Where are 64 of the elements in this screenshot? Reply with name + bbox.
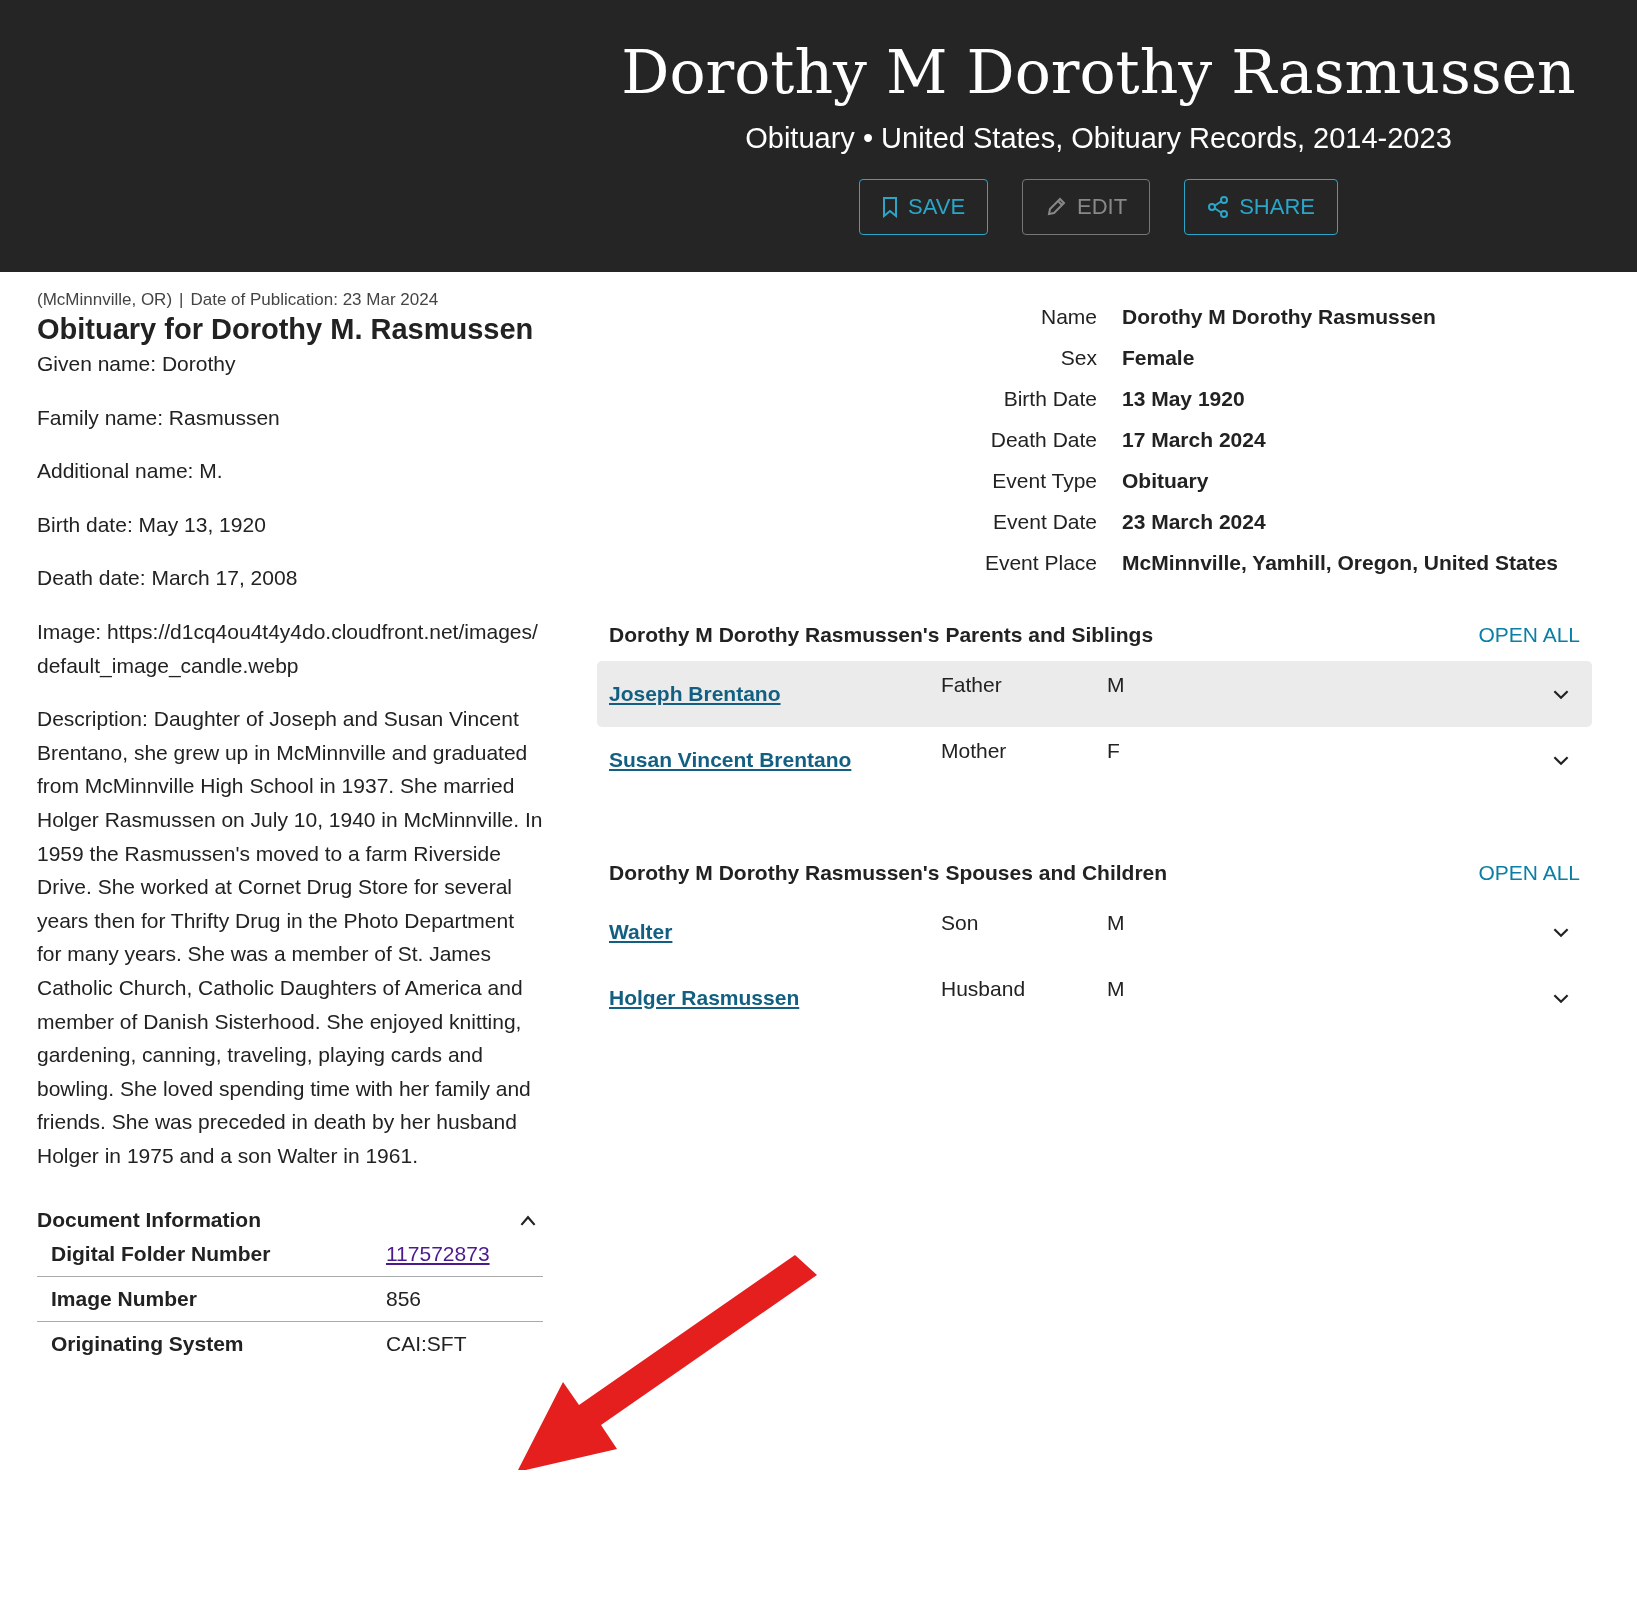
fact-value: Female <box>1122 345 1196 371</box>
relationship: Son <box>941 911 980 935</box>
chevron-icon[interactable] <box>519 1214 537 1226</box>
person-link[interactable]: Walter <box>609 920 673 943</box>
obituary-text: Death date: March 17, 2008 <box>37 565 299 592</box>
folder-link[interactable]: 117572873 <box>386 1242 490 1266</box>
publication-date: Date of Publication: 23 Mar 2024 <box>190 290 439 310</box>
publication-location: (McMinnville, OR) <box>37 290 173 310</box>
obituary-text: Additional name: M. <box>37 458 224 485</box>
relationship: Husband <box>941 977 1027 1001</box>
section-heading: Dorothy M Dorothy Rasmussen's Parents and Siblings <box>609 623 1154 647</box>
relative-row[interactable]: Joseph Brentano Father M <box>597 661 1592 727</box>
person-link[interactable]: Joseph Brentano <box>609 682 781 705</box>
person-link[interactable]: Holger Rasmussen <box>609 986 800 1009</box>
sex: F <box>1107 739 1121 763</box>
fact-label: Birth Date <box>1002 386 1097 412</box>
fact-label: Event Date <box>992 509 1097 535</box>
share-button[interactable]: SHARE <box>1184 179 1338 235</box>
person-link[interactable]: Susan Vincent Brentano <box>609 748 852 771</box>
field-value: CAI:SFT <box>386 1332 467 1356</box>
sex: M <box>1107 911 1126 935</box>
fact-value: 17 March 2024 <box>1122 427 1267 453</box>
record-subtitle: Obituary • United States, Obituary Records, 2014-2023 <box>745 122 1452 155</box>
obituary-text: Image: https://d1cq4ou4t4y4do.cloudfront.net/images/default_image_candle.webp <box>37 618 539 680</box>
obituary-text: Family name: Rasmussen <box>37 404 281 431</box>
relative-row[interactable]: Susan Vincent Brentano Mother F <box>597 727 1592 793</box>
fact-label: Sex <box>1059 345 1097 371</box>
chevron-icon[interactable] <box>1552 688 1570 700</box>
fact-value: Obituary <box>1122 468 1210 494</box>
separator: | <box>179 290 184 310</box>
chevron-icon[interactable] <box>1552 992 1570 1004</box>
fact-value: McMinnville, Yamhill, Oregon, United States <box>1122 550 1560 576</box>
open-all-link[interactable]: OPEN ALL <box>1478 861 1580 885</box>
section-heading: Dorothy M Dorothy Rasmussen's Spouses and Children <box>609 861 1168 885</box>
field-value: 856 <box>386 1287 422 1311</box>
relationship: Mother <box>941 739 1008 763</box>
fact-label: Name <box>1039 304 1097 330</box>
fact-label: Event Place <box>983 550 1097 576</box>
section-heading: Document Information <box>37 1208 261 1233</box>
fact-value: 23 March 2024 <box>1122 509 1267 535</box>
record-title: Dorothy M Dorothy Rasmussen <box>621 36 1576 109</box>
relationship: Father <box>941 673 1003 697</box>
relative-row[interactable]: Walter Son M <box>597 899 1592 965</box>
fact-value: 13 May 1920 <box>1122 386 1246 412</box>
field-label: Image Number <box>51 1287 198 1312</box>
field-label: Digital Folder Number <box>51 1242 272 1267</box>
sex: M <box>1107 977 1126 1001</box>
obituary-text: Given name: Dorothy <box>37 351 237 377</box>
field-label: Originating System <box>51 1332 245 1357</box>
fact-value: Dorothy M Dorothy Rasmussen <box>1122 304 1437 330</box>
relative-row[interactable]: Holger Rasmussen Husband M <box>597 965 1592 1031</box>
obituary-text: Description: Daughter of Joseph and Susan Vincent Brentano, she grew up in McMinnville and graduated from McMinnville High School in 1937. She married Holger Rasmussen on July 10, 1940 in McMinnville. In 1959 the Rasmussen's moved to a farm Riverside Drive. She worked at Cornet Drug Store for several years then for Thrifty Drug in the Photo Department for many years. She was a member of St. James Catholic Church, Catholic Daughters of America and member of Danish Sisterhood. She enjoyed knitting, gardening, canning, traveling, playing cards and bowling. She loved spending time with her family and friends. She was preceded in death by her husband Holger in 1975 and a son Walter in 1961. <box>37 706 543 1169</box>
bookmark-icon <box>882 196 898 218</box>
save-button[interactable]: SAVE <box>859 179 989 235</box>
fact-label: Death Date <box>989 427 1097 453</box>
obituary-heading: Obituary for Dorothy M. Rasmussen <box>37 312 535 347</box>
chevron-icon[interactable] <box>1552 754 1570 766</box>
sex: M <box>1107 673 1126 697</box>
chevron-icon[interactable] <box>1552 926 1570 938</box>
pencil-icon <box>1045 196 1068 218</box>
fact-label: Event Type <box>991 468 1097 494</box>
obituary-text: Birth date: May 13, 1920 <box>37 511 267 538</box>
share-icon <box>1207 196 1230 218</box>
open-all-link[interactable]: OPEN ALL <box>1478 623 1580 647</box>
